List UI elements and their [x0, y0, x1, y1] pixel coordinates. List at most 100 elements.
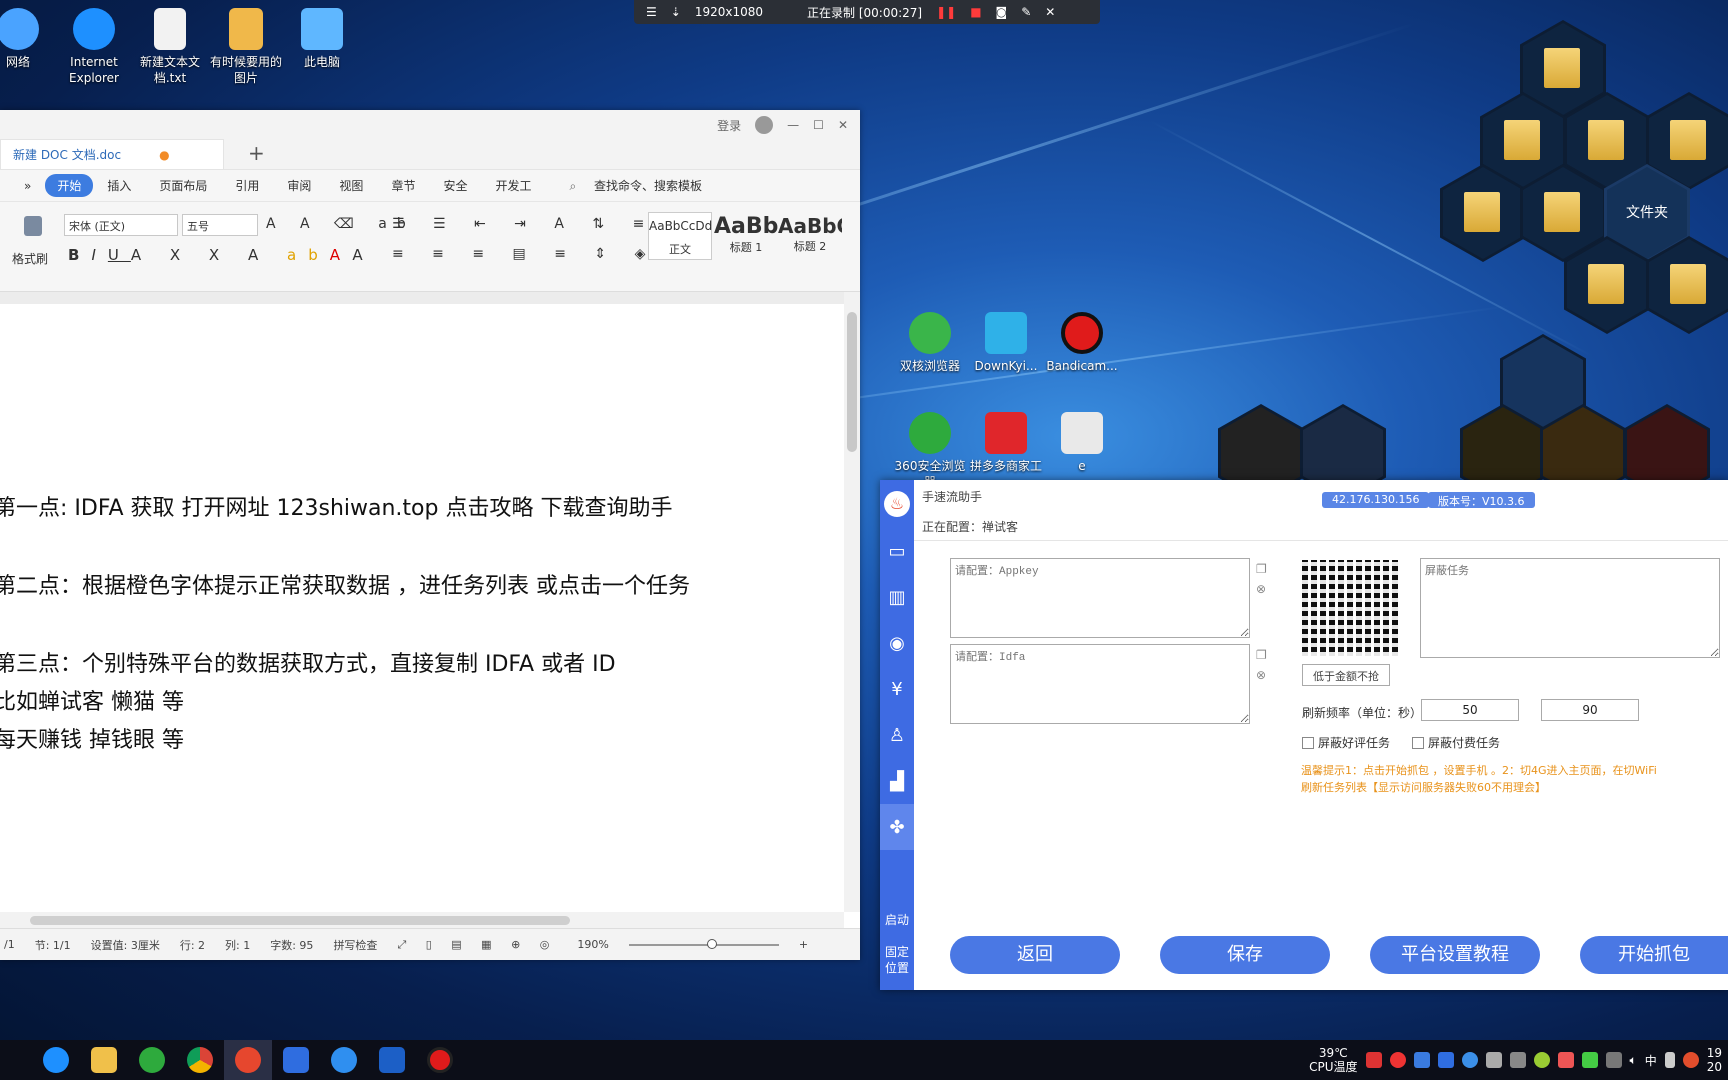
taskbar-wps[interactable] — [272, 1040, 320, 1080]
view-mode-icons[interactable]: ⤢ ▯ ▤ ▦ ⊕ ◎ — [397, 938, 557, 952]
desktop-icon-e[interactable]: e — [1042, 412, 1122, 474]
taskbar-ie[interactable] — [32, 1040, 80, 1080]
desktop-icon-internet-explorer[interactable]: Internet Explorer — [54, 8, 134, 86]
fix-position-label-2[interactable]: 位置 — [880, 960, 914, 976]
desktop-icon-this-pc[interactable]: 此电脑 — [282, 8, 362, 70]
tab-chapter[interactable]: 章节 — [377, 177, 429, 194]
style-heading-1[interactable]: AaBb 标题 1 — [714, 212, 778, 260]
desktop-icon-360-browser[interactable]: 360安全浏览器 — [890, 412, 970, 490]
platform-tutorial-button[interactable]: 平台设置教程 — [1370, 936, 1540, 974]
desktop-icon-new-text-file[interactable]: 新建文本文档.txt — [130, 8, 210, 86]
new-tab-icon[interactable]: + — [248, 141, 265, 169]
desktop-icon-bandicam[interactable]: Bandicam... — [1042, 312, 1122, 374]
tab-home[interactable]: 开始 — [45, 174, 94, 197]
tab-document[interactable]: 新建 DOC 文档.doc ● — [0, 139, 224, 169]
tray-icon[interactable] — [1461, 1052, 1478, 1068]
pin-icon[interactable]: ⇣ — [671, 5, 681, 19]
tab-view[interactable]: 视图 — [325, 177, 377, 194]
font-family-select[interactable]: 宋体 (正文) — [64, 214, 178, 236]
start-label[interactable]: 启动 — [880, 912, 914, 928]
scroll-thumb[interactable] — [30, 916, 570, 925]
tray-icon[interactable] — [1389, 1052, 1406, 1068]
style-normal[interactable]: AaBbCcDd 正文 — [648, 212, 712, 260]
fix-position-label-1[interactable]: 固定 — [880, 944, 914, 960]
menu-icon[interactable]: ☰ — [646, 5, 657, 19]
volume-icon[interactable]: 🔈︎ — [1630, 1053, 1637, 1068]
style-heading-2[interactable]: AaBbC标题 2 — [778, 212, 842, 260]
yuan-icon[interactable]: ¥ — [880, 666, 914, 712]
low-amount-button[interactable]: 低于金额不抢 — [1302, 664, 1390, 686]
tab-developer[interactable]: 开发工 — [481, 177, 545, 194]
font-size-select[interactable]: 五号 — [182, 214, 258, 236]
taskbar-360[interactable] — [128, 1040, 176, 1080]
command-search[interactable]: ⌕ 查找命令、搜索模板 — [555, 177, 730, 194]
taskbar-chrome[interactable] — [176, 1040, 224, 1080]
desktop-icon-network[interactable]: 网络 — [0, 8, 58, 70]
zoom-slider-handle[interactable] — [706, 938, 717, 949]
minimize-icon[interactable]: — — [787, 118, 799, 132]
desktop-icon-dual-core-browser[interactable]: 双核浏览器 — [890, 312, 970, 374]
zoom-in-icon[interactable]: + — [799, 938, 808, 951]
clear-icon[interactable]: ⊗ — [1256, 668, 1266, 682]
avatar-icon[interactable] — [755, 116, 774, 134]
chat-icon[interactable]: ◉ — [880, 620, 914, 666]
spell-check-button[interactable]: 拼写检查 — [333, 937, 377, 953]
close-icon[interactable]: ✕ — [1045, 5, 1055, 19]
zoom-level[interactable]: 190% — [577, 938, 608, 951]
camera-icon[interactable]: ◙ — [996, 5, 1008, 19]
tab-security[interactable]: 安全 — [429, 177, 481, 194]
tray-icon[interactable] — [1437, 1052, 1454, 1068]
format-painter-button[interactable]: 格式刷 — [12, 250, 48, 267]
block-good-review-checkbox[interactable]: 屏蔽好评任务 — [1302, 734, 1390, 751]
user-verified-icon[interactable]: ♙ — [880, 712, 914, 758]
tray-icon[interactable] — [1557, 1052, 1574, 1068]
taskbar-explorer[interactable] — [80, 1040, 128, 1080]
desktop-icon-downkyi[interactable]: DownKyi... — [966, 312, 1046, 374]
checkbox-box[interactable] — [1302, 736, 1314, 749]
desktop-icon-pinduoduo[interactable]: 拼多多商家工 — [966, 412, 1046, 474]
back-button[interactable]: 返回 — [950, 936, 1120, 974]
store-icon[interactable]: ▥ — [880, 574, 914, 620]
tray-icon[interactable] — [1509, 1052, 1526, 1068]
checkbox-box[interactable] — [1412, 736, 1424, 749]
stats-icon[interactable]: ▟ — [880, 758, 914, 804]
tab-insert[interactable]: 插入 — [93, 177, 145, 194]
tray-icon[interactable] — [1581, 1052, 1598, 1068]
tray-icon[interactable] — [1485, 1052, 1502, 1068]
pause-icon[interactable]: ❚❚ — [936, 5, 956, 19]
desktop-icon-pictures-folder[interactable]: 有时候要用的图片 — [206, 8, 286, 86]
taskbar-helper[interactable] — [224, 1040, 272, 1080]
tray-icon[interactable] — [1605, 1052, 1622, 1068]
refresh-min-input[interactable]: 50 — [1421, 699, 1519, 721]
zoom-slider[interactable] — [628, 938, 779, 949]
idfa-input[interactable] — [950, 644, 1250, 724]
sogou-icon[interactable] — [1682, 1052, 1699, 1068]
menu-expand-icon[interactable]: » — [10, 179, 45, 193]
pen-icon[interactable]: ✎ — [1021, 5, 1031, 19]
appkey-input[interactable] — [950, 558, 1250, 638]
login-link[interactable]: 登录 — [717, 117, 741, 134]
horizontal-scrollbar[interactable] — [0, 912, 844, 928]
stop-icon[interactable]: ■ — [970, 5, 981, 19]
font-style-buttons[interactable]: BIUA X X A abAA — [68, 246, 375, 264]
tab-references[interactable]: 引用 — [221, 177, 273, 194]
copy-icon[interactable]: ❐ — [1256, 648, 1267, 662]
start-capture-button[interactable]: 开始抓包 — [1580, 936, 1728, 974]
start-button[interactable] — [0, 1040, 32, 1080]
vertical-scrollbar[interactable] — [844, 292, 860, 912]
grid-icon[interactable]: ✤ — [880, 804, 914, 850]
refresh-max-input[interactable]: 90 — [1541, 699, 1639, 721]
tab-review[interactable]: 审阅 — [273, 177, 325, 194]
tab-page-layout[interactable]: 页面布局 — [145, 177, 221, 194]
taskbar-app[interactable] — [320, 1040, 368, 1080]
document-page[interactable]: 第一点: IDFA 获取 打开网址 123shiwan.top 点击攻略 下载查… — [0, 292, 844, 912]
clear-icon[interactable]: ⊗ — [1256, 582, 1266, 596]
clock[interactable]: 19 20 — [1707, 1046, 1722, 1074]
tray-icon[interactable] — [1533, 1052, 1550, 1068]
monitor-icon[interactable]: ▭ — [880, 528, 914, 574]
block-tasks-input[interactable] — [1420, 558, 1720, 658]
block-paid-checkbox[interactable]: 屏蔽付费任务 — [1412, 734, 1500, 751]
close-icon[interactable]: ✕ — [838, 118, 848, 132]
microphone-icon[interactable] — [1664, 1052, 1675, 1068]
taskbar-video[interactable] — [368, 1040, 416, 1080]
